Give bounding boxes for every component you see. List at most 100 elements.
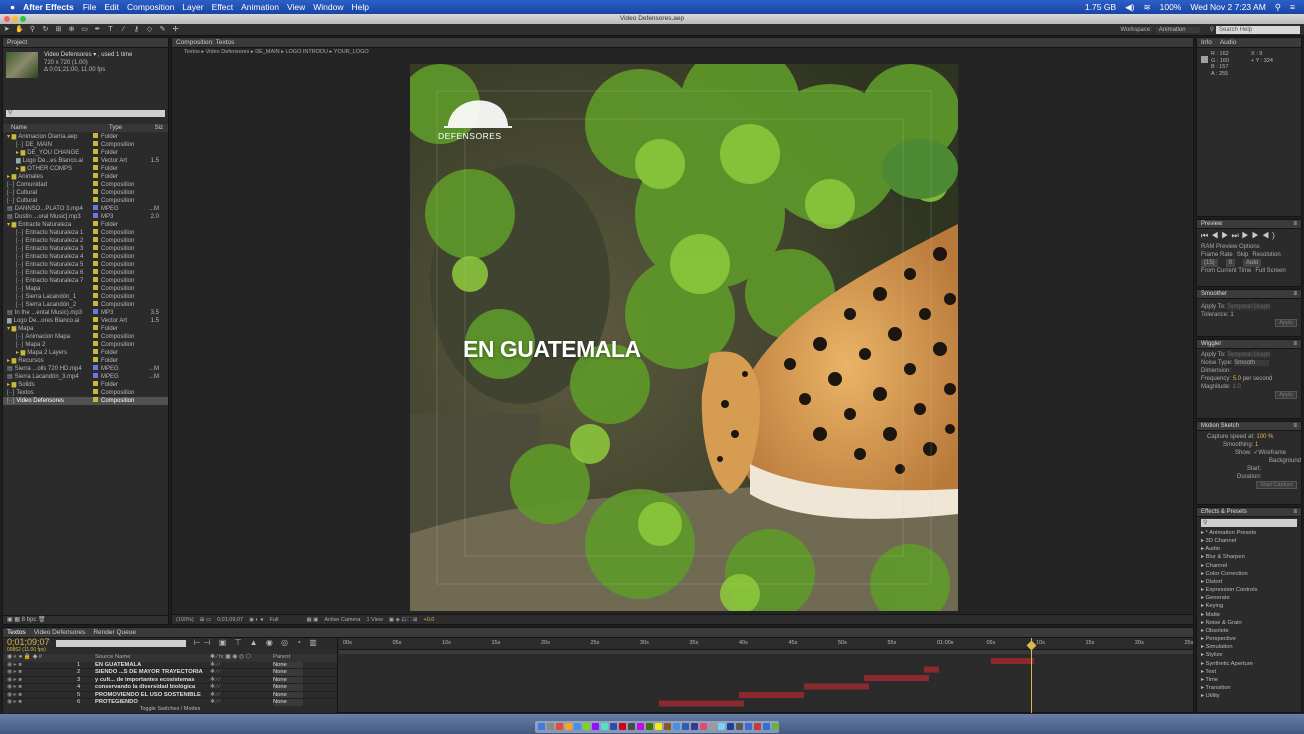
noise-type-select[interactable]: Smooth	[1234, 360, 1269, 366]
layer-mode-switches[interactable]: ✱ ⁄ ∕	[210, 692, 273, 699]
effects-category[interactable]: ▸ Simulation	[1197, 643, 1301, 651]
grid-icon[interactable]: ⊞ ▭	[200, 615, 211, 624]
project-item[interactable]: [··] Entracto Naturaleza 3 Composition	[3, 245, 168, 253]
menu-effect[interactable]: Effect	[212, 2, 234, 12]
smoother-tab[interactable]: Smoother	[1201, 290, 1227, 298]
layer-duration-bar[interactable]	[804, 683, 869, 690]
smoother-tolerance-value[interactable]: 1	[1230, 312, 1233, 318]
dock-app-icon[interactable]	[610, 723, 617, 730]
label-color-swatch[interactable]	[93, 301, 98, 306]
project-item[interactable]: ▾ ▆ Entracte Naturaleza Folder	[3, 221, 168, 229]
label-color-swatch[interactable]	[93, 309, 98, 314]
volume-icon[interactable]: ◀)	[1125, 2, 1134, 13]
label-color-swatch[interactable]	[93, 277, 98, 282]
dock-app-icon[interactable]	[709, 723, 716, 730]
effects-category[interactable]: ▸ Audio	[1197, 545, 1301, 553]
layer-tracks[interactable]	[339, 654, 1195, 712]
effects-category[interactable]: ▸ Transition	[1197, 684, 1301, 692]
eraser-tool-icon[interactable]: ◇	[145, 26, 154, 34]
effects-category[interactable]: ▸ Stylize	[1197, 651, 1301, 659]
project-item[interactable]: ▆ Logo De...ores Blanco.ai Vector Art 1.5	[3, 317, 168, 325]
timeline-layer-row[interactable]: ◉ ▸ ■ 4 conservando la diversidad biológi…	[3, 684, 337, 692]
label-color-swatch[interactable]	[93, 213, 98, 218]
preview-tab[interactable]: Preview	[1201, 220, 1222, 228]
smoother-apply-to-select[interactable]: Temporal Graph	[1227, 304, 1271, 310]
effects-category[interactable]: ▸ Generate	[1197, 594, 1301, 602]
label-color-swatch[interactable]	[93, 349, 98, 354]
layer-parent-select[interactable]: None	[273, 699, 303, 706]
puppet-tool-icon[interactable]: ✢	[171, 26, 180, 34]
project-item[interactable]: [··] Video Defensores Composition	[3, 397, 168, 405]
label-color-swatch[interactable]	[93, 269, 98, 274]
label-color-swatch[interactable]	[93, 285, 98, 290]
timeline-layer-row[interactable]: ◉ ▸ ■ 3 y cult... de importantes ecosiste…	[3, 676, 337, 684]
background-checkbox[interactable]: Background	[1197, 457, 1301, 465]
menu-file[interactable]: File	[83, 2, 97, 12]
workspace-select[interactable]: Animation	[1155, 26, 1200, 33]
project-item[interactable]: ▾ ▆ Animacion Diarria.aep Folder	[3, 133, 168, 141]
breadcrumb-logo-intro[interactable]: LOGO INTRODU	[285, 48, 327, 57]
audio-tab[interactable]: Audio	[1220, 38, 1237, 47]
dock-app-icon[interactable]	[745, 723, 752, 730]
dock-app-icon[interactable]	[664, 723, 671, 730]
composition-tab[interactable]: Composition: Textos	[172, 38, 1193, 48]
info-tab[interactable]: Info	[1201, 38, 1212, 47]
layer-switches[interactable]: ◉ ▸ ■	[7, 699, 77, 706]
dock-app-icon[interactable]	[673, 723, 680, 730]
clock[interactable]: Wed Nov 2 7:23 AM	[1190, 2, 1265, 12]
label-color-swatch[interactable]	[93, 389, 98, 394]
minimize-window-button[interactable]	[12, 16, 18, 22]
dock-app-icon[interactable]	[727, 723, 734, 730]
label-color-swatch[interactable]	[93, 237, 98, 242]
dock-app-icon[interactable]	[574, 723, 581, 730]
label-color-swatch[interactable]	[93, 173, 98, 178]
project-item[interactable]: [··] Comunidad Composition	[3, 181, 168, 189]
mask-tool-icon[interactable]: ▭	[80, 26, 89, 34]
layer-parent-select[interactable]: None	[273, 676, 303, 683]
effects-category[interactable]: ▸ Keying	[1197, 602, 1301, 610]
snapshot-icon[interactable]: ◉ ◐ ●	[249, 615, 264, 624]
wifi-icon[interactable]: ≋	[1143, 2, 1150, 13]
dock-app-icon[interactable]	[700, 723, 707, 730]
layer-switches[interactable]: ◉ ▸ ■	[7, 684, 77, 691]
project-item[interactable]: [··] Cultural Composition	[3, 197, 168, 205]
menu-help[interactable]: Help	[351, 2, 368, 12]
effects-category[interactable]: ▸ Utility	[1197, 692, 1301, 700]
project-item[interactable]: ▸ ▆ Mapa 2 Layers Folder	[3, 349, 168, 357]
project-item[interactable]: [··] DE_MAIN Composition	[3, 141, 168, 149]
layer-name[interactable]: EN GUATEMALA	[95, 662, 210, 669]
start-capture-button[interactable]: Start Capture	[1256, 481, 1297, 489]
wireframe-checkbox[interactable]: Wireframe	[1258, 450, 1286, 456]
effects-category[interactable]: ▸ Text	[1197, 668, 1301, 676]
layer-parent-select[interactable]: None	[273, 691, 303, 698]
label-color-swatch[interactable]	[93, 333, 98, 338]
time-ruler[interactable]: 00s 05s 10s 15s 20s 25s 30s 35s 40s 45s 50s 55s 01:0…	[339, 638, 1193, 650]
layer-name[interactable]: PROTEGIENDO	[95, 699, 210, 706]
menu-window[interactable]: Window	[313, 2, 343, 12]
label-color-swatch[interactable]	[93, 253, 98, 258]
project-item[interactable]: ▸ ▆ OTHER COMPS Folder	[3, 165, 168, 173]
timeline-search-input[interactable]	[55, 640, 186, 647]
trash-icon[interactable]: 🗑	[38, 617, 46, 623]
hand-tool-icon[interactable]: ✋	[15, 26, 24, 34]
label-color-swatch[interactable]	[93, 357, 98, 362]
memory-status[interactable]: 1.75 GB	[1085, 2, 1116, 12]
resolution-select[interactable]: Full	[270, 615, 279, 624]
pan-behind-tool-icon[interactable]: ⊕	[67, 26, 76, 34]
project-item[interactable]: ▸ ▆ Animales Folder	[3, 173, 168, 181]
ram-preview-options[interactable]: RAM Preview Options	[1197, 243, 1301, 251]
layer-name[interactable]: PROMOVIENDO EL USO SOSTENIBLE	[95, 692, 210, 699]
layer-duration-bar[interactable]	[864, 675, 929, 681]
close-window-button[interactable]	[4, 16, 10, 22]
type-tool-icon[interactable]: T	[106, 26, 115, 34]
project-item[interactable]: ▤ DANNSO...PLATO 3.mp4 MPEG ...M	[3, 205, 168, 213]
label-color-swatch[interactable]	[93, 205, 98, 210]
project-item[interactable]: ▆ Logo De...es Blanco.ai Vector Art 1.5	[3, 157, 168, 165]
layer-name[interactable]: conservando la diversidad biológica	[95, 684, 210, 691]
effects-category[interactable]: ▸ Distort	[1197, 578, 1301, 586]
views-select[interactable]: 1 View	[366, 615, 382, 624]
dock-app-icon[interactable]	[754, 723, 761, 730]
col-type[interactable]: Type	[97, 124, 141, 132]
effects-category[interactable]: ▸ Synthetic Aperture	[1197, 660, 1301, 668]
menu-animation[interactable]: Animation	[241, 2, 279, 12]
